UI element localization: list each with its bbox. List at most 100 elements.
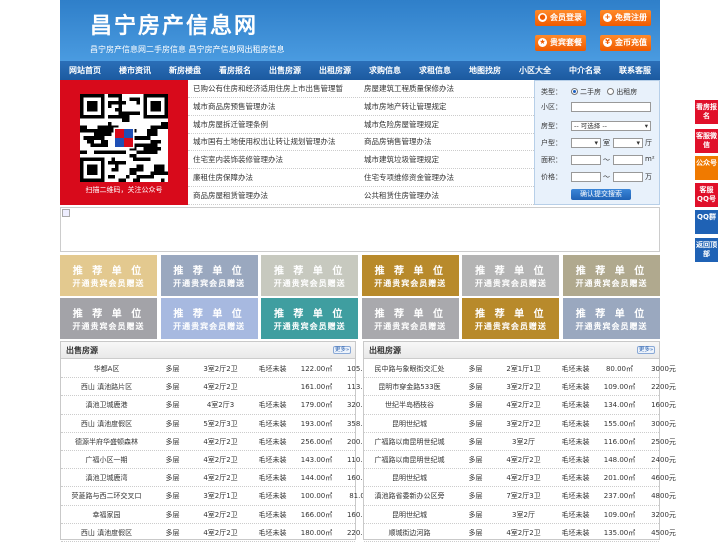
table-cell[interactable]: 顺城街边河路 (364, 524, 455, 542)
ad-banner[interactable] (60, 207, 660, 252)
recommend-slot[interactable]: 推 荐 单 位开通贵宾会员赠送 (361, 255, 459, 296)
login-button[interactable]: ● 会员登录 (535, 10, 586, 26)
table-cell[interactable]: 滇池卫城鹿港 (61, 396, 152, 414)
news-link[interactable]: 城市建筑垃圾管理规定 (364, 151, 529, 169)
table-row[interactable]: 广福路以南昆明世纪城 多层 4室2厅2卫 毛坯未装 148.00㎡ 2400元 (364, 451, 676, 470)
recommend-slot[interactable]: 推 荐 单 位开通贵宾会员赠送 (160, 255, 258, 296)
nav-item[interactable]: 中介名录 (560, 61, 610, 80)
table-cell[interactable]: 世纪半岛栖枝谷 (364, 396, 455, 414)
table-cell[interactable]: 西山 滇池度假区 (61, 524, 152, 542)
table-cell[interactable]: 荧菱路与西二环交叉口 (61, 487, 152, 505)
table-cell[interactable]: 广福路以南昆明世纪城 (364, 433, 455, 451)
news-link[interactable]: 住宅室内装饰装修管理办法 (193, 151, 358, 169)
coin-recharge-button[interactable]: ¥ 金币充值 (600, 35, 651, 51)
table-row[interactable]: 荧菱路与西二环交叉口 多层 3室2厅1卫 毛坯未装 100.00㎡ 81.0万 (61, 487, 372, 506)
table-cell[interactable]: 滇池路省委新办公区旁 (364, 487, 455, 505)
area-max-input[interactable] (613, 155, 643, 165)
recommend-slot[interactable]: 推 荐 单 位开通贵宾会员赠送 (261, 298, 359, 339)
table-row[interactable]: 顺城街边河路 多层 4室2厅2卫 毛坯未装 135.00㎡ 4500元 (364, 524, 676, 542)
table-row[interactable]: 滇池卫城鹿港 多层 4室2厅3 毛坯未装 179.00㎡ 320.0万 (61, 396, 374, 415)
nav-item[interactable]: 小区大全 (510, 61, 560, 80)
table-row[interactable]: 滇池路省委新办公区旁 多层 7室2厅3卫 毛坯未装 237.00㎡ 4800元 (364, 487, 676, 506)
table-row[interactable]: 华都A区 多层 3室2厅2卫 毛坯未装 122.00㎡ 105.0万 (61, 360, 374, 379)
table-row[interactable]: 西山 滇池度假区 多层 5室2厅3卫 毛坯未装 193.00㎡ 358.0万 (61, 415, 374, 433)
side-button[interactable]: 返回顶部 (695, 238, 718, 262)
table-cell[interactable]: 德源半府华盛顿森林 (61, 433, 152, 451)
nav-item[interactable]: 联系客服 (610, 61, 660, 80)
price-max-input[interactable] (613, 172, 643, 182)
house-type-select[interactable]: -- 可选择 -- ▾ (571, 121, 651, 131)
nav-item[interactable]: 新房楼盘 (160, 61, 210, 80)
nav-item[interactable]: 求购信息 (360, 61, 410, 80)
room-select[interactable]: ▾ (571, 138, 601, 148)
radio-secondhand[interactable] (571, 88, 578, 95)
recommend-slot[interactable]: 推 荐 单 位开通贵宾会员赠送 (462, 255, 560, 296)
recommend-slot[interactable]: 推 荐 单 位开通贵宾会员赠送 (160, 298, 258, 339)
table-row[interactable]: 德源半府华盛顿森林 多层 4室2厅2卫 毛坯未装 256.00㎡ 200.0万 (61, 433, 374, 451)
recommend-slot[interactable]: 推 荐 单 位开通贵宾会员赠送 (60, 298, 157, 339)
nav-item[interactable]: 出售房源 (260, 61, 310, 80)
table-cell[interactable]: 华都A区 (61, 360, 152, 378)
sale-more-button[interactable]: 更多» (333, 346, 351, 354)
table-row[interactable]: 滇池卫城鹿湾 多层 4室2厅2卫 毛坯未装 144.00㎡ 160.0万 (61, 469, 374, 488)
table-cell[interactable]: 西山 滇池度假区 (61, 415, 152, 433)
table-cell[interactable]: 昆明世纪城 (364, 506, 455, 524)
table-row[interactable]: 昆明世纪城 多层 3室2厅 毛坯未装 109.00㎡ 3200元 (364, 506, 676, 524)
news-link[interactable]: 城市商品房预售管理办法 (193, 98, 358, 116)
nav-item[interactable]: 看房报名 (210, 61, 260, 80)
news-link[interactable]: 城市危险房屋管理规定 (364, 116, 529, 134)
table-cell[interactable]: 昆明世纪城 (364, 415, 455, 433)
table-row[interactable]: 广福小区一期 多层 4室2厅2卫 毛坯未装 143.00㎡ 110.0万 (61, 451, 374, 470)
recommend-slot[interactable]: 推 荐 单 位开通贵宾会员赠送 (563, 298, 660, 339)
news-link[interactable]: 城市房地产转让管理规定 (364, 98, 529, 116)
table-row[interactable]: 世纪半岛栖枝谷 多层 4室2厅2卫 毛坯未装 134.00㎡ 1600元 (364, 396, 676, 415)
table-cell[interactable]: 昆明市穿金路533医 (364, 378, 455, 396)
nav-item[interactable]: 求租信息 (410, 61, 460, 80)
radio-rent[interactable] (607, 88, 615, 95)
news-link[interactable]: 公共租赁住房管理办法 (364, 187, 529, 205)
nav-item[interactable]: 出租房源 (310, 61, 360, 80)
news-link[interactable]: 城市国有土地使用权出让转让规划管理办法 (193, 133, 358, 151)
community-input[interactable] (571, 102, 651, 112)
rent-more-button[interactable]: 更多» (637, 346, 655, 354)
nav-item[interactable]: 网站首页 (60, 61, 110, 80)
table-row[interactable]: 昆明市穿金路533医 多层 3室2厅2卫 毛坯未装 109.00㎡ 2200元 (364, 378, 676, 397)
side-button[interactable]: QQ群 (695, 210, 718, 234)
news-link[interactable]: 商品房屋租赁管理办法 (193, 187, 358, 205)
table-cell[interactable]: 滇池卫城鹿湾 (61, 469, 152, 487)
nav-item[interactable]: 地图找房 (460, 61, 510, 80)
table-row[interactable]: 西山 滇池路片区 多层 4室2厅2卫 161.00㎡ 113.0万 (61, 378, 374, 397)
recommend-slot[interactable]: 推 荐 单 位开通贵宾会员赠送 (60, 255, 157, 296)
side-button[interactable]: 看房报名 (695, 100, 718, 124)
hall-select[interactable]: ▾ (613, 138, 643, 148)
table-row[interactable]: 民中路与象眼街交汇处 多层 2室1厅1卫 毛坯未装 80.00㎡ 3000元 (364, 360, 676, 379)
table-row[interactable]: 西山 滇池度假区 多层 4室2厅2卫 毛坯未装 180.00㎡ 220.0万 (61, 524, 374, 542)
news-link[interactable]: 廉租住房保障办法 (193, 169, 358, 187)
table-cell[interactable]: 昆明世纪城 (364, 469, 455, 487)
recommend-slot[interactable]: 推 荐 单 位开通贵宾会员赠送 (261, 255, 359, 296)
recommend-slot[interactable]: 推 荐 单 位开通贵宾会员赠送 (361, 298, 459, 339)
recommend-slot[interactable]: 推 荐 单 位开通贵宾会员赠送 (462, 298, 560, 339)
table-cell[interactable]: 西山 滇池路片区 (61, 378, 152, 396)
news-link[interactable]: 商品房销售管理办法 (364, 133, 529, 151)
search-submit-button[interactable]: 确认提交搜索 (571, 189, 631, 200)
vip-package-button[interactable]: ★ 贵宾套餐 (535, 35, 586, 51)
recommend-slot[interactable]: 推 荐 单 位开通贵宾会员赠送 (563, 255, 660, 296)
price-min-input[interactable] (571, 172, 601, 182)
table-cell[interactable]: 民中路与象眼街交汇处 (364, 360, 455, 378)
news-link[interactable]: 已购公有住房和经济适用住房上市出售管理暂 (193, 80, 358, 98)
table-cell[interactable]: 广福路以南昆明世纪城 (364, 451, 455, 469)
nav-item[interactable]: 楼市资讯 (110, 61, 160, 80)
table-row[interactable]: 广福路以南昆明世纪城 多层 3室2厅 毛坯未装 116.00㎡ 2500元 (364, 433, 676, 451)
type-radio-group[interactable]: 二手房 出租房 (571, 87, 637, 97)
side-button[interactable]: 客服QQ号 (695, 183, 718, 207)
table-row[interactable]: 昆明世纪城 多层 3室2厅2卫 毛坯未装 155.00㎡ 3000元 (364, 415, 676, 433)
register-button[interactable]: + 免费注册 (600, 10, 651, 26)
area-min-input[interactable] (571, 155, 601, 165)
news-link[interactable]: 住宅专项维修资金管理办法 (364, 169, 529, 187)
table-cell[interactable]: 广福小区一期 (61, 451, 152, 469)
table-cell[interactable]: 幸福家园 (61, 506, 152, 524)
side-button[interactable]: 客服微信 (695, 129, 718, 153)
news-link[interactable]: 城市房屋拆迁管理条例 (193, 116, 358, 134)
site-title[interactable]: 昌宁房产信息网 (90, 8, 258, 40)
